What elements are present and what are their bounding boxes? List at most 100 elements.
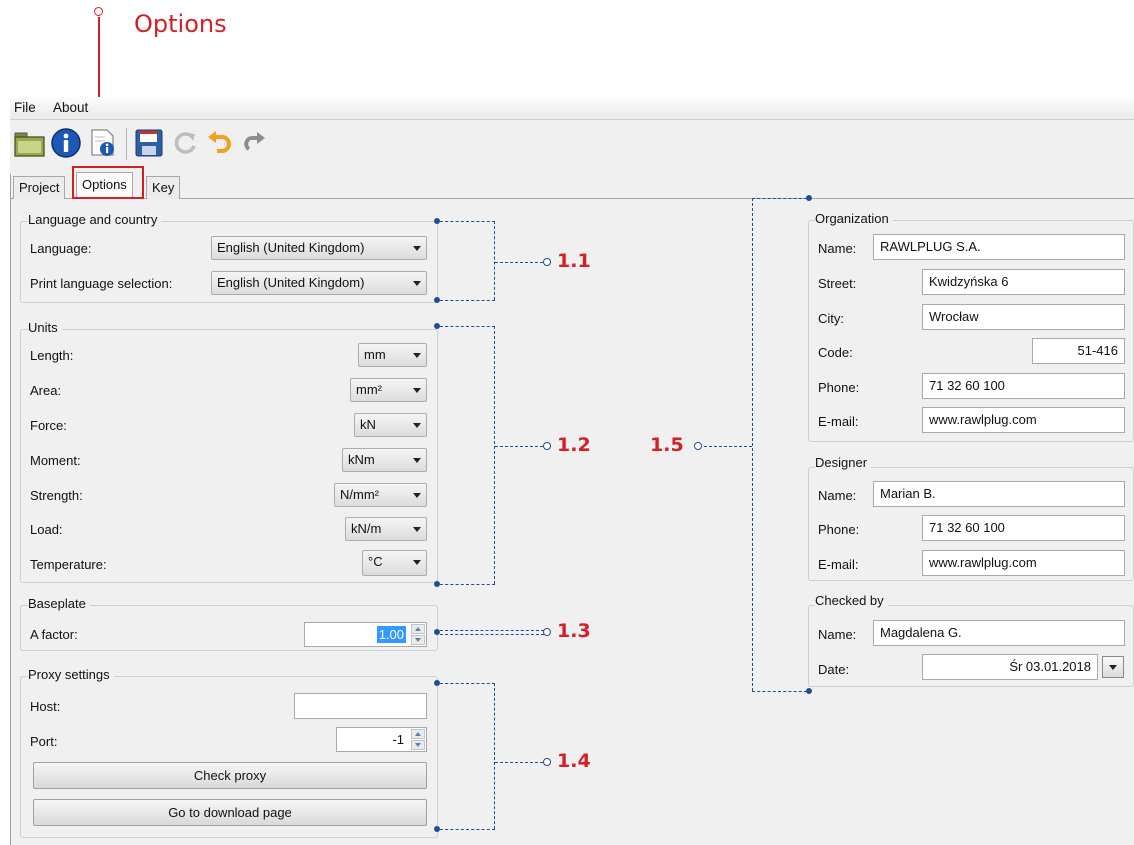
menu-about[interactable]: About bbox=[53, 100, 88, 115]
length-label: Length: bbox=[30, 348, 74, 363]
strength-label: Strength: bbox=[30, 488, 83, 503]
port-spinbox[interactable]: -1 bbox=[336, 727, 427, 752]
callout-dot bbox=[543, 258, 551, 266]
toolbar-separator bbox=[126, 128, 127, 160]
a-factor-spinbox[interactable]: 1.00 bbox=[304, 622, 427, 647]
baseplate-group-title: Baseplate bbox=[28, 596, 90, 611]
document-info-icon[interactable] bbox=[86, 126, 120, 160]
host-label: Host: bbox=[30, 699, 61, 714]
callout-dot bbox=[694, 442, 702, 450]
callout-line bbox=[704, 446, 752, 447]
callout-line bbox=[440, 630, 544, 631]
org-name-input[interactable]: RAWLPLUG S.A. bbox=[873, 234, 1125, 260]
date-input[interactable]: Śr 03.01.2018 bbox=[922, 654, 1098, 680]
spin-down-icon[interactable] bbox=[411, 635, 425, 645]
length-unit-select[interactable]: mm bbox=[358, 343, 427, 367]
callout-dot bbox=[543, 628, 551, 636]
callout-line bbox=[440, 326, 495, 327]
marker-1-1: 1.1 bbox=[557, 250, 591, 272]
org-code-input[interactable]: 51-416 bbox=[1032, 338, 1125, 364]
language-select-value: English (United Kingdom) bbox=[217, 240, 365, 255]
callout-line bbox=[440, 300, 495, 301]
chevron-down-icon bbox=[413, 423, 421, 428]
redo-icon[interactable] bbox=[238, 126, 272, 160]
callout-line bbox=[494, 683, 495, 829]
chevron-down-icon bbox=[413, 388, 421, 393]
designer-phone-input[interactable]: 71 32 60 100 bbox=[922, 515, 1125, 541]
language-select[interactable]: English (United Kingdom) bbox=[211, 236, 427, 260]
spin-up-icon[interactable] bbox=[411, 729, 425, 739]
org-phone-label: Phone: bbox=[818, 380, 860, 395]
designer-email-input[interactable]: www.rawlplug.com bbox=[922, 550, 1125, 576]
chevron-down-icon bbox=[413, 458, 421, 463]
callout-line bbox=[752, 691, 807, 692]
tab-project[interactable]: Project bbox=[13, 176, 66, 199]
callout-line bbox=[752, 198, 753, 691]
callout-line bbox=[440, 221, 495, 222]
a-factor-label: A factor: bbox=[30, 627, 78, 642]
organization-group-title: Organization bbox=[815, 211, 893, 226]
chevron-down-icon bbox=[413, 527, 421, 532]
force-unit-value: kN bbox=[360, 417, 376, 432]
print-language-select[interactable]: English (United Kingdom) bbox=[211, 271, 427, 295]
temperature-unit-select[interactable]: °C bbox=[362, 550, 427, 576]
load-unit-value: kN/m bbox=[351, 521, 382, 536]
designer-phone-label: Phone: bbox=[818, 522, 860, 537]
callout-line bbox=[495, 262, 543, 263]
callout-line bbox=[494, 221, 495, 300]
org-city-input[interactable]: Wrocław bbox=[922, 304, 1125, 330]
language-label: Language: bbox=[30, 241, 92, 256]
org-email-input[interactable]: www.rawlplug.com bbox=[922, 407, 1125, 433]
checked-name-input[interactable]: Magdalena G. bbox=[873, 620, 1125, 646]
language-group-title: Language and country bbox=[28, 212, 162, 227]
print-language-select-value: English (United Kingdom) bbox=[217, 275, 365, 290]
open-folder-icon[interactable] bbox=[13, 126, 47, 160]
moment-unit-select[interactable]: kNm bbox=[342, 448, 427, 472]
moment-unit-value: kNm bbox=[348, 452, 375, 467]
force-unit-select[interactable]: kN bbox=[354, 413, 427, 437]
org-phone-input[interactable]: 71 32 60 100 bbox=[922, 373, 1125, 399]
marker-1-4: 1.4 bbox=[557, 750, 591, 772]
save-icon[interactable] bbox=[132, 126, 166, 160]
menu-bar bbox=[10, 97, 1134, 120]
marker-1-3: 1.3 bbox=[557, 620, 591, 642]
temperature-unit-value: °C bbox=[368, 554, 383, 569]
tab-key[interactable]: Key bbox=[146, 176, 181, 199]
port-label: Port: bbox=[30, 734, 58, 749]
units-group-title: Units bbox=[28, 320, 62, 335]
undo-icon[interactable] bbox=[202, 126, 236, 160]
spin-down-icon[interactable] bbox=[411, 740, 425, 750]
temperature-label: Temperature: bbox=[30, 557, 107, 572]
a-factor-value: 1.00 bbox=[376, 626, 406, 643]
designer-name-label: Name: bbox=[818, 488, 857, 503]
chevron-down-icon bbox=[413, 493, 421, 498]
spin-up-icon[interactable] bbox=[411, 624, 425, 634]
callout-line bbox=[495, 446, 543, 447]
host-input[interactable] bbox=[294, 693, 427, 719]
area-unit-value: mm² bbox=[356, 382, 382, 397]
callout-dot bbox=[94, 7, 103, 16]
strength-unit-value: N/mm² bbox=[340, 487, 379, 502]
callout-line bbox=[440, 683, 495, 684]
menu-file[interactable]: File bbox=[14, 100, 36, 115]
info-icon[interactable] bbox=[49, 126, 83, 160]
designer-email-label: E-mail: bbox=[818, 557, 859, 572]
refresh-icon[interactable] bbox=[168, 126, 202, 160]
checked-date-label: Date: bbox=[818, 662, 850, 677]
date-picker-button[interactable] bbox=[1102, 656, 1124, 678]
download-page-button[interactable]: Go to download page bbox=[33, 799, 427, 826]
checked-group-title: Checked by bbox=[815, 593, 888, 608]
org-street-input[interactable]: Kwidzyńska 6 bbox=[922, 269, 1125, 295]
area-label: Area: bbox=[30, 383, 62, 398]
area-unit-select[interactable]: mm² bbox=[350, 378, 427, 402]
org-code-label: Code: bbox=[818, 345, 853, 360]
strength-unit-select[interactable]: N/mm² bbox=[334, 483, 427, 507]
callout-line bbox=[494, 326, 495, 584]
callout-dot bbox=[543, 442, 551, 450]
load-unit-select[interactable]: kN/m bbox=[345, 517, 427, 541]
designer-name-input[interactable]: Marian B. bbox=[873, 481, 1125, 507]
check-proxy-button[interactable]: Check proxy bbox=[33, 762, 427, 789]
proxy-group-title: Proxy settings bbox=[28, 667, 114, 682]
annotation-title: Options bbox=[134, 10, 227, 38]
chevron-down-icon bbox=[413, 560, 421, 565]
